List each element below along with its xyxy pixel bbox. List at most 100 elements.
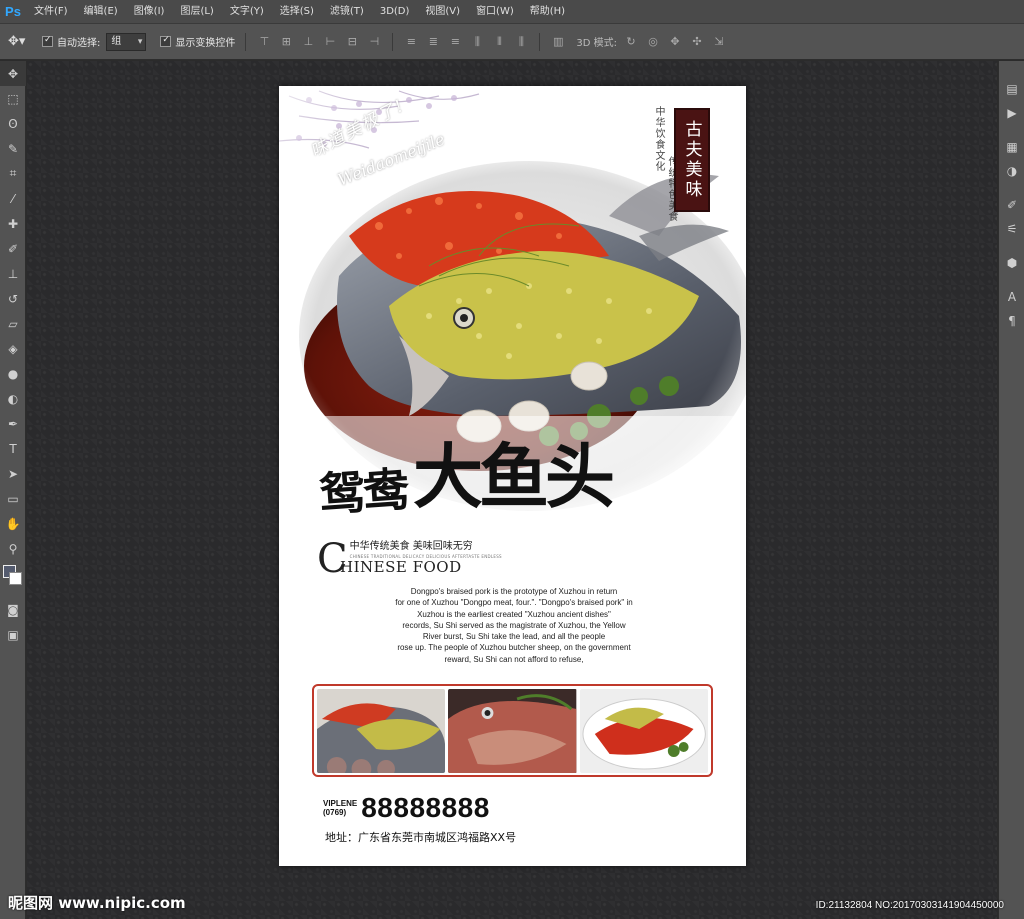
align-right-icon[interactable]: ⊣ [366, 34, 382, 50]
menu-layer[interactable]: 图层(L) [172, 0, 221, 24]
align-left-icon[interactable]: ⊢ [322, 34, 338, 50]
menu-window[interactable]: 窗口(W) [468, 0, 522, 24]
title-small: 鸳鸯 [317, 461, 409, 522]
menu-filter[interactable]: 滤镜(T) [322, 0, 372, 24]
auto-select-checkbox[interactable]: 自动选择: [42, 34, 100, 49]
phone-number: 88888888 [361, 792, 490, 823]
phone-label-top: VIPLENE [323, 799, 358, 808]
menu-type[interactable]: 文字(Y) [222, 0, 272, 24]
auto-select-dropdown[interactable]: 组 [106, 32, 147, 51]
screen-mode-icon[interactable]: ▣ [0, 622, 26, 647]
menu-bar: Ps 文件(F) 编辑(E) 图像(I) 图层(L) 文字(Y) 选择(S) 滤… [0, 0, 1024, 24]
menu-edit[interactable]: 编辑(E) [76, 0, 126, 24]
brand-seal-text: 古夫美味 [681, 120, 702, 200]
menu-select[interactable]: 选择(S) [272, 0, 322, 24]
path-select-tool-icon[interactable]: ➤ [0, 461, 26, 486]
dish-thumbnail-2 [448, 689, 577, 773]
show-transform-checkbox[interactable]: 显示变换控件 [160, 34, 235, 49]
auto-select-label: 自动选择: [57, 38, 101, 49]
character-panel-icon[interactable]: A [999, 285, 1024, 309]
paragraph-panel-icon[interactable]: ¶ [999, 309, 1024, 333]
distribute-left-icon[interactable]: ⫼ [469, 34, 485, 50]
subtitle-en: HINESE FOOD [340, 558, 462, 576]
show-transform-label: 显示变换控件 [175, 38, 236, 49]
history-brush-tool-icon[interactable]: ↺ [0, 286, 26, 311]
address-text: 地址：广东省东莞市南城区鸿福路XX号 [325, 831, 517, 844]
adjustments-panel-icon[interactable]: ◑ [999, 159, 1024, 183]
menu-3d[interactable]: 3D(D) [372, 0, 418, 24]
tools-panel: ✥ ⬚ ʘ ✎ ⌗ ⁄ ✚ ✐ ⊥ ↺ ▱ ◈ ● ◐ ✒ T ➤ ▭ ✋ ⚲ … [0, 61, 26, 919]
distribute-vcenter-icon[interactable]: ≣ [425, 34, 441, 50]
phone-label-bottom: (0769) [323, 808, 347, 817]
properties-panel-icon[interactable]: ▦ [999, 135, 1024, 159]
lasso-tool-icon[interactable]: ʘ [0, 111, 26, 136]
brand-seal: 古夫美味 [674, 108, 710, 212]
panel-dock: ▤ ▶ ▦ ◑ ✐ ⚟ ⬢ A ¶ [998, 61, 1024, 919]
checkbox-icon [42, 35, 53, 47]
align-vcenter-icon[interactable]: ⊞ [278, 34, 294, 50]
menu-file[interactable]: 文件(F) [26, 0, 76, 24]
menu-view[interactable]: 视图(V) [417, 0, 468, 24]
eyedropper-tool-icon[interactable]: ⁄ [0, 186, 26, 211]
description-line: Dongpo's braised pork is the prototype o… [410, 587, 618, 596]
dish-thumbnail-1 [317, 689, 446, 773]
clone-stamp-tool-icon[interactable]: ⊥ [0, 261, 26, 286]
rectangle-tool-icon[interactable]: ▭ [0, 486, 26, 511]
3d-scale-icon[interactable]: ⇲ [711, 34, 727, 50]
align-top-icon[interactable]: ⊤ [256, 34, 272, 50]
description-line: reward, Su Shi can not afford to refuse, [444, 654, 584, 664]
3d-pan-icon[interactable]: ✥ [667, 34, 683, 50]
actions-panel-icon[interactable]: ▶ [999, 101, 1024, 125]
quick-select-tool-icon[interactable]: ✎ [0, 136, 26, 161]
hand-tool-icon[interactable]: ✋ [0, 511, 26, 536]
phone-label: VIPLENE (0769) [323, 799, 357, 817]
type-tool-icon[interactable]: T [0, 436, 26, 461]
eraser-tool-icon[interactable]: ▱ [0, 311, 26, 336]
divider [245, 32, 247, 51]
description-line: rose up. The people of Xuzhou butcher sh… [397, 643, 631, 653]
distribute-bottom-icon[interactable]: ≡ [447, 34, 463, 50]
align-hcenter-icon[interactable]: ⊟ [344, 34, 360, 50]
crop-tool-icon[interactable]: ⌗ [0, 161, 26, 186]
color-swatches[interactable] [0, 561, 26, 597]
3d-roll-icon[interactable]: ◎ [645, 34, 661, 50]
watermark-id: ID:21132804 NO:20170303141904450000 [815, 900, 1004, 911]
3d-rotate-icon[interactable]: ↻ [623, 34, 639, 50]
move-tool-preset-icon[interactable]: ✥▾ [8, 34, 36, 49]
description-line: for one of Xuzhou "Dongpo meat, four.". … [395, 598, 633, 608]
history-panel-icon[interactable]: ▤ [999, 77, 1024, 101]
brush-tool-icon[interactable]: ✐ [0, 236, 26, 261]
description-paragraph: Dongpo's braised pork is the prototype o… [369, 586, 659, 665]
distribute-right-icon[interactable]: ⫼ [513, 34, 529, 50]
brush-presets-icon[interactable]: ⚟ [999, 217, 1024, 241]
phone-block: VIPLENE (0769) 88888888 [323, 792, 490, 824]
quick-mask-icon[interactable]: ◙ [0, 597, 26, 622]
menu-help[interactable]: 帮助(H) [522, 0, 573, 24]
photo-strip [312, 684, 713, 777]
description-line: River burst, Su Shi take the lead, and a… [422, 632, 606, 642]
move-tool-icon[interactable]: ✥ [0, 61, 26, 86]
distribute-top-icon[interactable]: ≡ [403, 34, 419, 50]
blur-tool-icon[interactable]: ● [0, 361, 26, 386]
brush-panel-icon[interactable]: ✐ [999, 193, 1024, 217]
checkbox-icon [160, 35, 172, 47]
distribute-hcenter-icon[interactable]: ⫴ [491, 34, 507, 50]
marquee-tool-icon[interactable]: ⬚ [0, 86, 26, 111]
pen-tool-icon[interactable]: ✒ [0, 411, 26, 436]
divider [539, 32, 541, 51]
healing-brush-tool-icon[interactable]: ✚ [0, 211, 26, 236]
dodge-tool-icon[interactable]: ◐ [0, 386, 26, 411]
auto-align-icon[interactable]: ▥ [550, 34, 566, 50]
document-canvas[interactable]: 味道美极了! Weidaomeijile 中华饮食文化 传统特色美食 古夫美味 … [279, 86, 746, 866]
photoshop-logo: Ps [5, 4, 21, 19]
zoom-tool-icon[interactable]: ⚲ [0, 536, 26, 561]
divider [392, 32, 394, 51]
background-color-swatch[interactable] [9, 572, 22, 585]
3d-slide-icon[interactable]: ✣ [689, 34, 705, 50]
poster-title: 鸳鸯 大鱼头 [317, 421, 615, 522]
paint-bucket-tool-icon[interactable]: ◈ [0, 336, 26, 361]
3d-panel-icon[interactable]: ⬢ [999, 251, 1024, 275]
align-bottom-icon[interactable]: ⊥ [300, 34, 316, 50]
menu-image[interactable]: 图像(I) [126, 0, 173, 24]
dish-thumbnail-3 [579, 689, 708, 773]
